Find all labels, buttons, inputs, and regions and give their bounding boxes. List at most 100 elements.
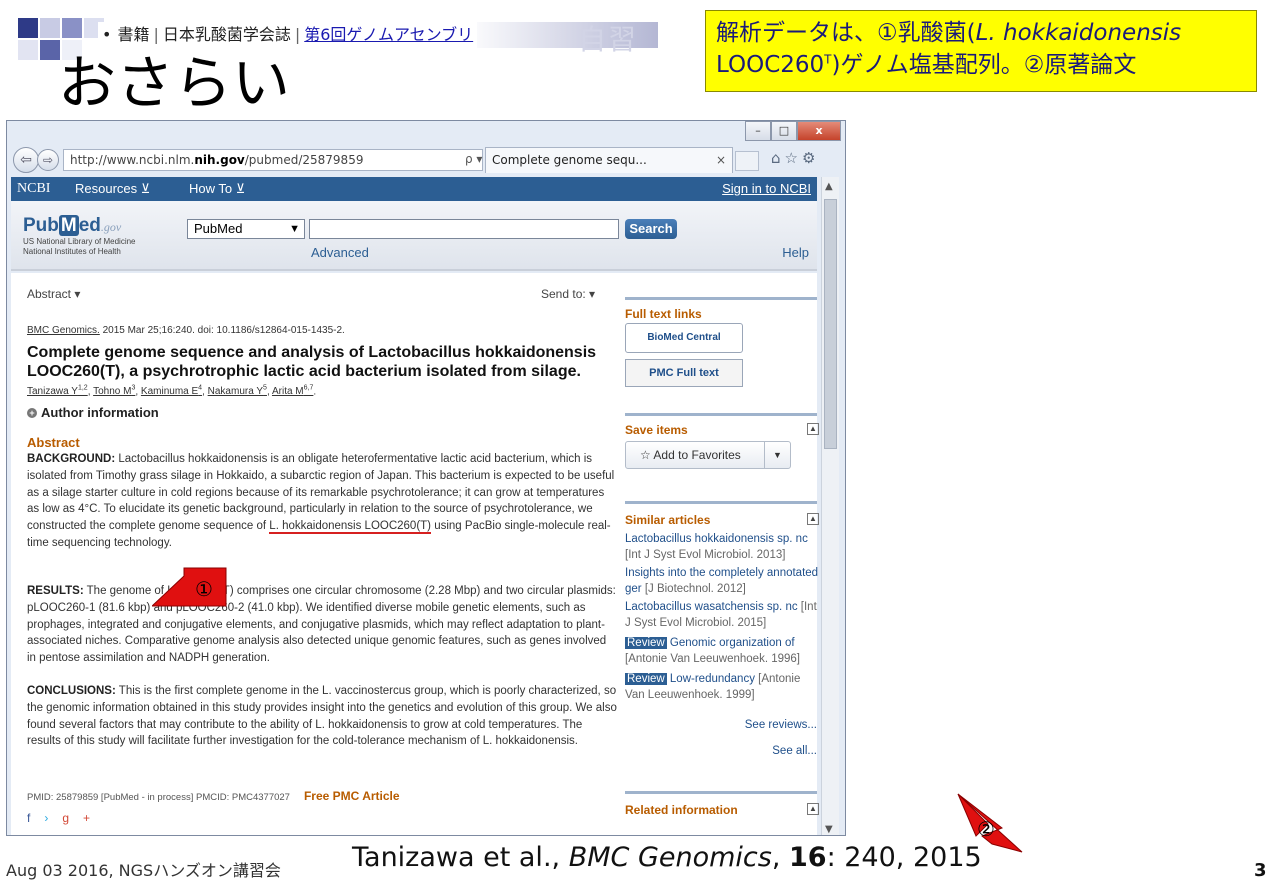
similar-article-link[interactable]: Insights into the completely annotated g…: [625, 565, 819, 597]
collapse-icon[interactable]: ▲: [807, 803, 819, 815]
ncbi-top-bar: NCBI Resources ⊻ How To ⊻ Sign in to NCB…: [11, 177, 817, 201]
breadcrumb-separator: |: [294, 25, 301, 44]
page-number: 3: [1254, 860, 1267, 881]
similar-article-link[interactable]: Lactobacillus hokkaidonensis sp. nc [Int…: [625, 531, 819, 563]
callout-1-label: ①: [195, 577, 213, 601]
similar-article-title: Lactobacillus hokkaidonensis sp. nc: [625, 533, 808, 545]
close-window-button[interactable]: x: [797, 121, 841, 141]
forward-button[interactable]: ⇨: [37, 149, 59, 171]
tab-title: Complete genome sequ...: [492, 153, 647, 167]
collapse-icon[interactable]: ▲: [807, 513, 819, 525]
home-favorites-settings-icons[interactable]: ⌂☆⚙: [771, 149, 819, 167]
paper-citation: Tanizawa et al., BMC Genomics, 16: 240, …: [352, 842, 982, 873]
slide-breadcrumb: • 書籍 | 日本乳酸菌学会誌 | 第6回ゲノムアセンブリ: [102, 22, 478, 48]
url-field[interactable]: http://www.ncbi.nlm.nih.gov/pubmed/25879…: [63, 149, 483, 171]
url-prefix: http://www.ncbi.nlm.: [70, 153, 195, 167]
scroll-down-icon[interactable]: ▼: [825, 824, 833, 835]
minimize-button[interactable]: –: [745, 121, 771, 141]
abstract-heading: Abstract: [27, 435, 80, 450]
ncbi-logo[interactable]: NCBI: [17, 177, 50, 201]
scrollbar-thumb[interactable]: [824, 199, 837, 449]
similar-article-title: Genomic organization of: [666, 637, 795, 649]
tab-close-icon[interactable]: ×: [716, 148, 726, 172]
logo-part: M: [58, 215, 79, 236]
advanced-link[interactable]: Advanced: [311, 245, 369, 260]
citation-journal: BMC Genomics: [568, 842, 772, 873]
similar-article-link[interactable]: Lactobacillus wasatchensis sp. nc [Int J…: [625, 599, 819, 631]
pubmed-logo[interactable]: Pub Med.gov: [23, 215, 121, 237]
address-bar-row: ⇦ ⇨ http://www.ncbi.nlm.nih.gov/pubmed/2…: [11, 145, 841, 175]
maximize-button[interactable]: □: [771, 121, 797, 141]
article-title: Complete genome sequence and analysis of…: [27, 344, 597, 380]
slide-title: おさらい: [58, 49, 291, 117]
citation-separator: ,: [771, 842, 789, 873]
review-badge: Review: [625, 673, 667, 685]
similar-articles-label: Similar articles: [625, 513, 711, 527]
format-dropdown[interactable]: Abstract ▾: [27, 287, 80, 301]
chevron-down-icon[interactable]: ▼: [764, 442, 790, 468]
browser-tab[interactable]: Complete genome sequ... ×: [485, 147, 733, 173]
callout-2-label: ②: [977, 817, 995, 841]
breadcrumb-bullet: •: [102, 25, 112, 44]
favorites-label: ☆ Add to Favorites: [640, 448, 741, 462]
see-all-link[interactable]: See all...: [772, 745, 817, 757]
search-button[interactable]: Search: [625, 219, 677, 239]
author-list: Tanizawa Y1,2, Tohno M3, Kaminuma E4, Na…: [27, 385, 316, 397]
abstract-background: BACKGROUND: Lactobacillus hokkaidonensis…: [27, 451, 617, 552]
right-sidebar: Full text links BioMed Central PMC Full …: [625, 273, 819, 835]
journal-details: 2015 Mar 25;16:240. doi: 10.1186/s12864-…: [99, 325, 345, 336]
footer-date: Aug 03 2016, NGSハンズオン講習会: [6, 861, 281, 880]
author-affiliation: 6,7: [303, 385, 314, 392]
howto-menu[interactable]: How To ⊻: [189, 177, 245, 201]
back-button[interactable]: ⇦: [13, 147, 39, 173]
author-separator: .: [313, 386, 317, 398]
logo-part: ed: [78, 215, 101, 236]
similar-article-link[interactable]: Review Low-redundancy [Antonie Van Leeuw…: [625, 671, 819, 703]
citation-pages-year: : 240, 2015: [826, 842, 982, 873]
section-divider: [625, 501, 817, 504]
url-domain: nih.gov: [194, 153, 245, 167]
author-link[interactable]: Tanizawa Y1,2: [27, 385, 88, 397]
section-label: BACKGROUND:: [27, 453, 116, 465]
journal-citation: BMC Genomics. 2015 Mar 25;16:240. doi: 1…: [27, 325, 345, 336]
breadcrumb-link[interactable]: 第6回ゲノムアセンブリ: [304, 25, 473, 44]
abstract-results: RESULTS: The genome of LOOC260(T) compri…: [27, 583, 617, 667]
related-information-heading: Related information ▲: [625, 803, 819, 817]
help-link[interactable]: Help: [782, 245, 809, 260]
similar-article-source: [Int J Syst Evol Microbiol. 2013]: [625, 549, 786, 561]
author-link[interactable]: Arita M6,7: [272, 385, 314, 397]
slide-decoration: [18, 18, 38, 38]
collapse-icon[interactable]: ▲: [807, 423, 819, 435]
browser-window: – □ x ⇦ ⇨ http://www.ncbi.nlm.nih.gov/pu…: [6, 120, 846, 836]
nlm-line: US National Library of Medicine: [23, 237, 136, 246]
author-link[interactable]: Tohno M3: [93, 385, 135, 397]
scroll-up-icon[interactable]: ▲: [825, 181, 833, 192]
note-text: )ゲノム塩基配列。②原著論文: [831, 52, 1137, 78]
note-strain: LOOC260: [716, 52, 825, 78]
signin-link[interactable]: Sign in to NCBI: [722, 177, 811, 201]
pmc-full-text-link[interactable]: PMC Full text: [625, 359, 743, 387]
logo-part: .gov: [100, 220, 122, 234]
journal-link[interactable]: BMC Genomics.: [27, 325, 100, 336]
vertical-scrollbar[interactable]: ▲ ▼: [821, 177, 839, 835]
similar-article-link[interactable]: Review Genomic organization of [Antonie …: [625, 635, 819, 667]
send-to-dropdown[interactable]: Send to: ▾: [541, 287, 595, 301]
database-select[interactable]: PubMed ▼: [187, 219, 305, 239]
facebook-icon[interactable]: f: [27, 811, 44, 825]
google-plus-icon[interactable]: g+: [62, 811, 104, 825]
slide-decoration: [18, 40, 38, 60]
new-tab-button[interactable]: [735, 151, 759, 171]
author-information-toggle[interactable]: + Author information: [27, 405, 159, 420]
author-link[interactable]: Nakamura Y5: [208, 385, 267, 397]
biomed-central-link[interactable]: BioMed Central: [625, 323, 743, 353]
search-input[interactable]: [309, 219, 619, 239]
twitter-icon[interactable]: ›: [44, 811, 62, 825]
breadcrumb-item: 書籍: [117, 25, 150, 44]
chevron-down-icon: ▼: [289, 223, 300, 235]
resources-menu[interactable]: Resources ⊻: [75, 177, 150, 201]
add-to-favorites-button[interactable]: ☆ Add to Favorites ▼: [625, 441, 791, 469]
slide-decoration: [40, 18, 60, 38]
author-link[interactable]: Kaminuma E4: [141, 385, 202, 397]
free-pmc-link[interactable]: Free PMC Article: [304, 789, 400, 803]
see-reviews-link[interactable]: See reviews...: [745, 719, 817, 731]
